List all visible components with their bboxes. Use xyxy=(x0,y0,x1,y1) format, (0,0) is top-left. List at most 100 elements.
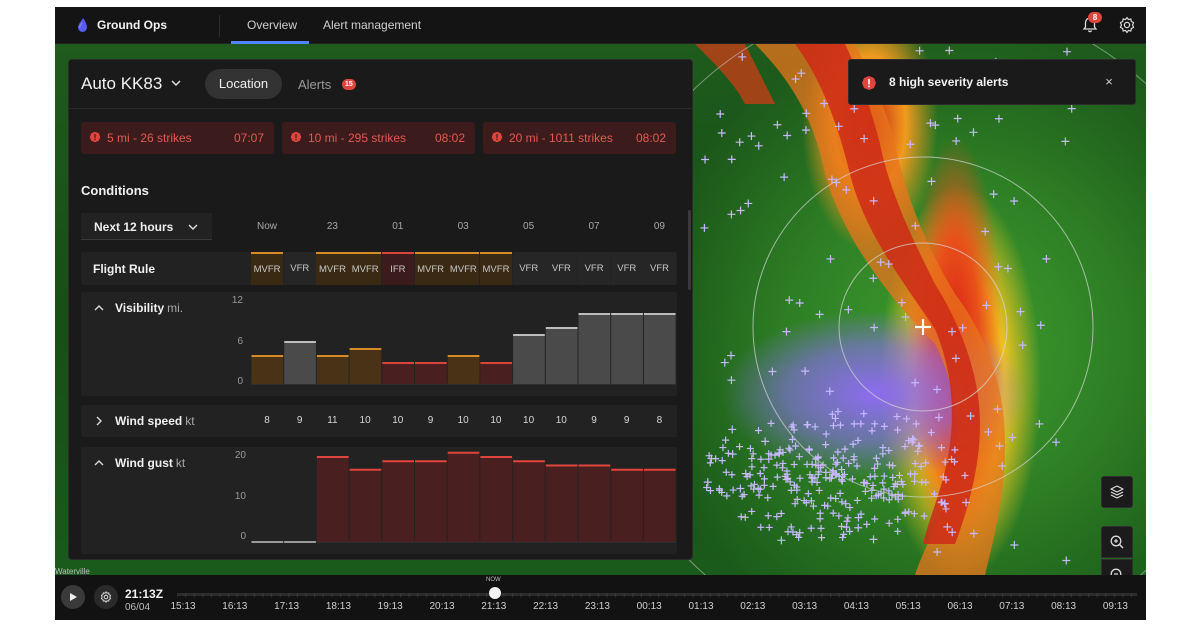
zoom-in-button[interactable] xyxy=(1101,526,1133,558)
tab-alert-management[interactable]: Alert management xyxy=(323,18,421,32)
lightning-strike-marker xyxy=(918,478,926,486)
lightning-strike-marker xyxy=(718,457,726,465)
lightning-strike-marker xyxy=(703,484,711,492)
lightning-strike-marker xyxy=(901,443,909,451)
lightning-strike-marker xyxy=(982,301,991,310)
lightning-strike-marker xyxy=(895,471,903,479)
visibility-bar xyxy=(284,342,316,384)
lightning-strike-marker xyxy=(760,464,768,472)
brand[interactable]: Ground Ops xyxy=(75,17,167,33)
lightning-strike-marker xyxy=(728,425,737,434)
lightning-strike-marker xyxy=(764,494,772,502)
lightning-strike-marker xyxy=(838,498,846,506)
flight-rule-cell: VFR xyxy=(283,252,316,285)
lightning-strike-marker xyxy=(838,522,846,530)
tab-overview[interactable]: Overview xyxy=(247,18,297,32)
alert-circle-icon xyxy=(290,131,302,143)
lightning-strike-marker xyxy=(769,482,777,490)
wind-speed-value: 8 xyxy=(656,415,663,426)
lightning-strike-marker xyxy=(907,470,915,478)
lightning-strike-marker xyxy=(748,455,756,463)
time-range-select[interactable]: Next 12 hours xyxy=(81,213,212,240)
strike-alert-time: 07:07 xyxy=(233,131,264,145)
lightning-strike-marker xyxy=(871,515,879,523)
layers-button[interactable] xyxy=(1101,476,1133,508)
lightning-strike-marker xyxy=(1042,254,1051,263)
lightning-strike-marker xyxy=(760,475,768,483)
lightning-strike-marker xyxy=(728,450,737,459)
brand-name: Ground Ops xyxy=(97,18,167,32)
lightning-strike-marker xyxy=(1018,341,1027,350)
settings-button[interactable] xyxy=(1117,15,1137,35)
visibility-bar xyxy=(251,356,284,384)
lightning-strike-marker xyxy=(764,512,772,520)
lightning-strike-marker xyxy=(783,131,792,140)
flight-rule-cell: MVFR xyxy=(447,252,480,285)
lightning-strike-marker xyxy=(969,128,978,137)
lightning-strike-marker xyxy=(840,530,848,538)
wind-gust-bar xyxy=(480,457,513,542)
wind-speed-value: 9 xyxy=(591,415,597,426)
lightning-strike-marker xyxy=(893,413,901,421)
tab-location[interactable]: Location xyxy=(205,69,282,99)
lightning-strike-marker xyxy=(994,114,1003,123)
chevron-down-icon xyxy=(188,224,198,230)
severity-alert-toast[interactable]: 8 high severity alerts × xyxy=(848,59,1136,105)
lightning-strike-marker xyxy=(1061,137,1070,146)
lightning-strike-marker xyxy=(804,490,812,498)
location-title[interactable]: Auto KK83 xyxy=(81,74,162,94)
lightning-strike-marker xyxy=(1016,307,1025,316)
lightning-strike-marker xyxy=(863,520,871,528)
hour-label: 01 xyxy=(392,221,404,232)
hour-label: 03 xyxy=(457,221,469,232)
chevron-down-icon[interactable] xyxy=(169,76,183,90)
strike-alert-card[interactable]: 20 mi - 1011 strikes 08:02 xyxy=(483,122,676,154)
lightning-strike-marker xyxy=(780,173,789,182)
chevron-right-icon[interactable] xyxy=(93,415,105,427)
strike-alert-card[interactable]: 5 mi - 26 strikes 07:07 xyxy=(81,122,274,154)
tab-alerts[interactable]: Alerts xyxy=(298,77,331,92)
lightning-strike-marker xyxy=(719,444,727,452)
lightning-strike-marker xyxy=(903,415,911,423)
lightning-strike-marker xyxy=(854,523,863,532)
lightning-strike-marker xyxy=(839,533,847,541)
lightning-strike-marker xyxy=(816,515,824,523)
panel-scrollbar[interactable] xyxy=(688,210,691,290)
lightning-strike-marker xyxy=(868,427,876,435)
lightning-strike-marker xyxy=(927,429,935,437)
lightning-strike-marker xyxy=(854,436,862,444)
timeline-current-time: 21:13Z xyxy=(125,587,164,601)
wind-gust-bar xyxy=(316,457,349,542)
timeline-settings-button[interactable] xyxy=(94,585,118,609)
lightning-strike-marker xyxy=(821,501,829,509)
wind-speed-label: Wind speed kt xyxy=(115,414,195,428)
lightning-strike-marker xyxy=(846,504,854,512)
wind-speed-value: 9 xyxy=(427,415,434,426)
lightning-strike-marker xyxy=(1003,264,1012,273)
play-button[interactable] xyxy=(61,585,85,609)
wind-speed-value: 9 xyxy=(623,415,630,426)
strike-alert-card[interactable]: 10 mi - 295 strikes 08:02 xyxy=(282,122,475,154)
lightning-strike-marker xyxy=(836,421,844,429)
lightning-strike-marker xyxy=(786,446,794,454)
wind-speed-value: 11 xyxy=(327,415,338,426)
timeline-label: 00:13 xyxy=(636,601,662,612)
lightning-strike-marker xyxy=(822,430,830,438)
lightning-strike-marker xyxy=(853,496,861,504)
lightning-strike-marker xyxy=(871,472,879,480)
timeline-scrubber-handle[interactable] xyxy=(489,587,501,599)
close-icon[interactable]: × xyxy=(1101,74,1117,90)
lightning-strike-marker xyxy=(727,155,736,164)
lightning-strike-marker xyxy=(885,461,893,469)
lightning-strike-marker xyxy=(750,480,758,488)
zoom-out-button[interactable] xyxy=(1101,559,1133,575)
lightning-strike-marker xyxy=(782,327,791,336)
app-window: Ground Ops Overview Alert management 8 W… xyxy=(55,7,1146,620)
lightning-strike-marker xyxy=(717,128,726,137)
timeline-label: 15:13 xyxy=(170,601,196,612)
lightning-strike-marker xyxy=(869,481,877,489)
notifications-badge: 8 xyxy=(1088,12,1102,23)
lightning-strike-marker xyxy=(945,46,954,55)
gear-icon xyxy=(100,591,112,603)
visibility-bar xyxy=(349,349,382,384)
